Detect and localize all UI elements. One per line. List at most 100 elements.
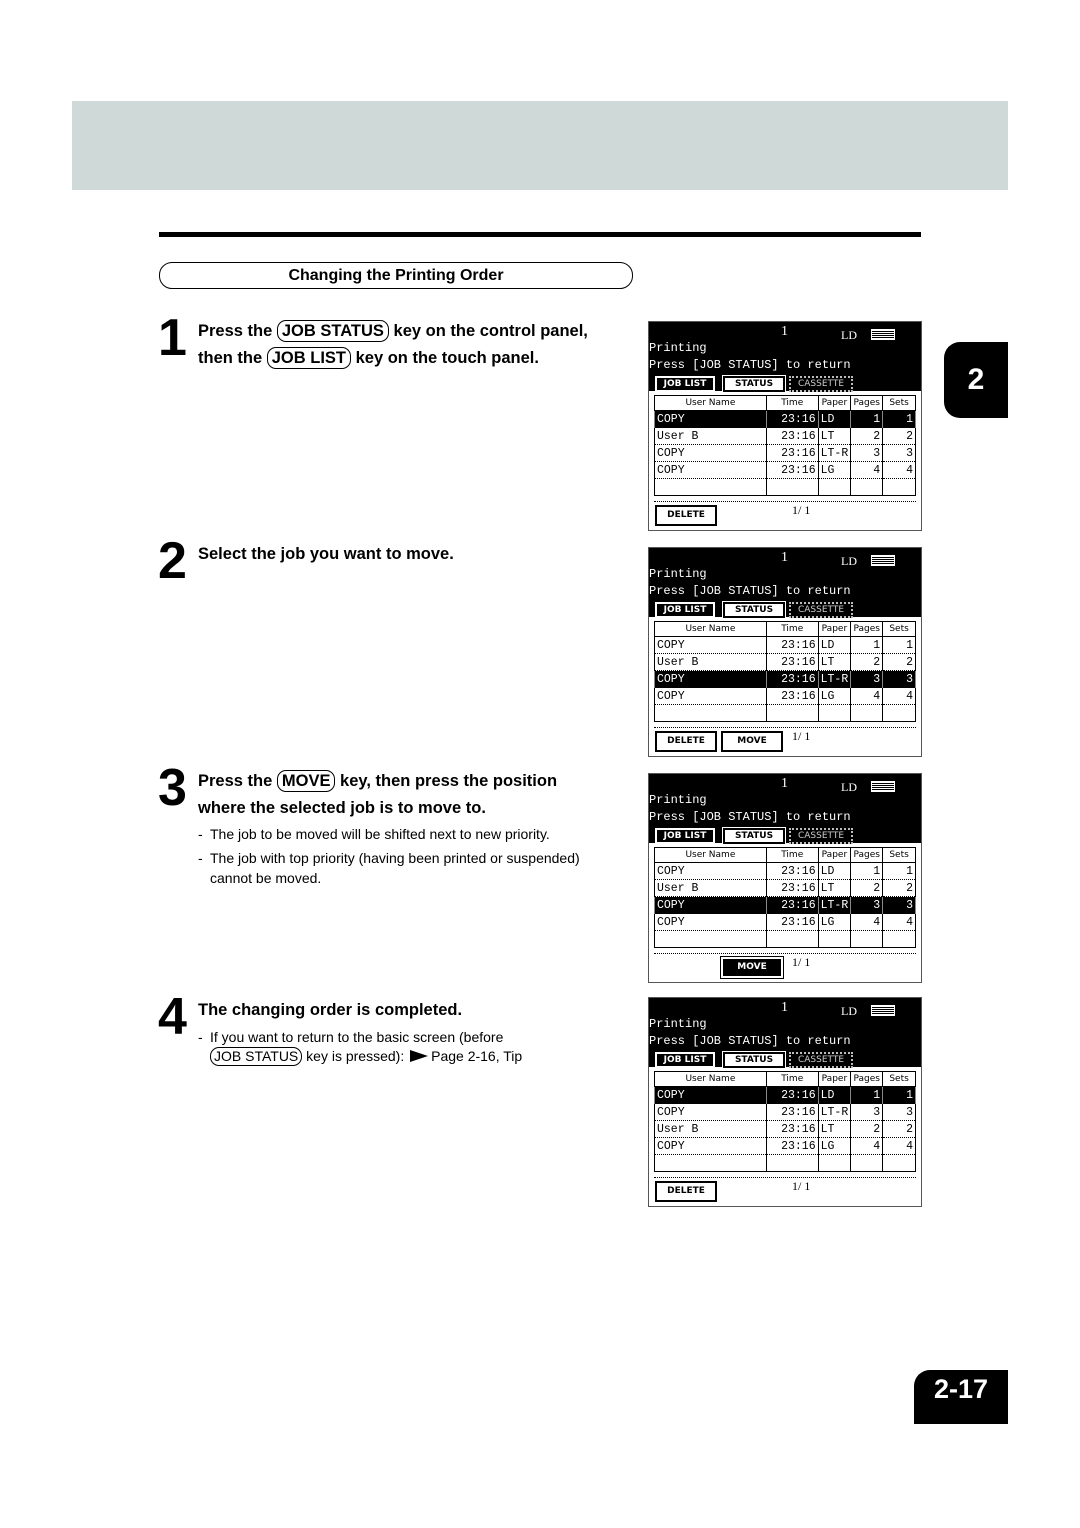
column-header: Sets xyxy=(882,1071,916,1087)
column-header: Paper xyxy=(817,847,852,863)
table-row[interactable]: COPY 23:16 LD 1 1 xyxy=(654,410,916,428)
delete-button[interactable]: DELETE xyxy=(655,1181,717,1202)
job-status-screen-2: 1 LD Printing Press [JOB STATUS] to return J… xyxy=(648,547,922,757)
table-cell: COPY xyxy=(654,444,767,462)
table-cell: COPY xyxy=(654,1086,767,1104)
column-header: Time xyxy=(765,395,819,411)
tab-job-list[interactable]: JOB LIST xyxy=(655,376,715,392)
step-number: 2 xyxy=(158,532,187,590)
page-reference: Page 2-16, Tip xyxy=(431,1048,523,1064)
column-header: Pages xyxy=(850,847,884,863)
table-cell: COPY xyxy=(654,896,767,914)
tab-job-list[interactable]: JOB LIST xyxy=(655,602,715,618)
table-cell xyxy=(850,930,884,948)
table-row[interactable] xyxy=(654,1154,916,1172)
job-list-table: User Name Time Paper Pages Sets COPY 23:16 LD 1 1… xyxy=(654,621,916,722)
table-cell: COPY xyxy=(654,913,767,931)
table-cell xyxy=(654,930,767,948)
table-cell: 23:16 xyxy=(765,427,819,445)
table-cell: 1 xyxy=(882,1086,916,1104)
job-list-table: User Name Time Paper Pages Sets COPY 23:16 LD 1 1… xyxy=(654,847,916,948)
table-cell: User B xyxy=(654,879,767,897)
table-cell xyxy=(882,930,916,948)
table-row[interactable]: User B 23:16 LT 2 2 xyxy=(654,1120,916,1138)
copies-count: 1 xyxy=(781,1000,788,1015)
instruction-message: Press [JOB STATUS] to return xyxy=(649,584,851,598)
table-row[interactable]: User B 23:16 LT 2 2 xyxy=(654,653,916,671)
tab-cassette[interactable]: CASSETTE xyxy=(789,1052,853,1068)
page-indicator: 1/ 1 xyxy=(792,503,811,517)
delete-button[interactable]: DELETE xyxy=(655,731,717,752)
note: - If you want to return to the basic scre… xyxy=(198,1029,504,1045)
table-cell xyxy=(817,478,852,496)
table-row[interactable]: COPY 23:16 LD 1 1 xyxy=(654,636,916,654)
table-cell: 1 xyxy=(882,636,916,654)
column-header: Pages xyxy=(850,621,884,637)
table-row[interactable]: COPY 23:16 LT-R 3 3 xyxy=(654,896,916,914)
screen-header: 1 LD Printing Press [JOB STATUS] to return J… xyxy=(649,322,921,393)
table-cell: 4 xyxy=(850,687,884,705)
table-cell: 4 xyxy=(882,461,916,479)
table-row[interactable]: User B 23:16 LT 2 2 xyxy=(654,427,916,445)
job-status-screen-3: 1 LD Printing Press [JOB STATUS] to return J… xyxy=(648,773,922,983)
table-header-row: User Name Time Paper Pages Sets xyxy=(654,621,916,637)
table-row[interactable]: COPY 23:16 LD 1 1 xyxy=(654,862,916,880)
table-cell: 23:16 xyxy=(765,1103,819,1121)
tab-cassette[interactable]: CASSETTE xyxy=(789,602,853,618)
table-cell: 1 xyxy=(850,862,884,880)
table-row[interactable] xyxy=(654,930,916,948)
table-cell: 2 xyxy=(850,1120,884,1138)
move-button[interactable]: MOVE xyxy=(720,956,784,979)
table-cell: LT-R xyxy=(817,670,852,688)
table-row[interactable]: COPY 23:16 LG 4 4 xyxy=(654,913,916,931)
table-row[interactable] xyxy=(654,704,916,722)
table-cell: COPY xyxy=(654,461,767,479)
copies-count: 1 xyxy=(781,324,788,339)
tab-job-list[interactable]: JOB LIST xyxy=(655,1052,715,1068)
table-cell: 2 xyxy=(882,879,916,897)
tab-cassette[interactable]: CASSETTE xyxy=(789,376,853,392)
arrow-right-icon xyxy=(410,1050,429,1063)
note-text: The job with top priority (having been p… xyxy=(210,850,580,866)
tab-job-list[interactable]: JOB LIST xyxy=(655,828,715,844)
text: then the xyxy=(198,349,267,367)
instruction-message: Press [JOB STATUS] to return xyxy=(649,810,851,824)
note-text: The job to be moved will be shifted next… xyxy=(210,826,550,842)
column-header: Time xyxy=(765,847,819,863)
tab-status[interactable]: STATUS xyxy=(722,375,786,393)
table-cell: 3 xyxy=(882,670,916,688)
divider xyxy=(654,1177,916,1178)
table-row[interactable]: COPY 23:16 LT-R 3 3 xyxy=(654,1103,916,1121)
tab-status[interactable]: STATUS xyxy=(722,827,786,845)
table-cell: COPY xyxy=(654,636,767,654)
tab-status[interactable]: STATUS xyxy=(722,1051,786,1069)
table-cell: 23:16 xyxy=(765,687,819,705)
tab-cassette[interactable]: CASSETTE xyxy=(789,828,853,844)
table-row[interactable]: COPY 23:16 LT-R 3 3 xyxy=(654,444,916,462)
text: key on the control panel, xyxy=(388,322,588,340)
step-number: 1 xyxy=(158,309,187,367)
status-message: Printing xyxy=(649,567,707,581)
table-cell: LT xyxy=(817,653,852,671)
note-continuation: JOB STATUS key is pressed): Page 2-16, T… xyxy=(198,1046,522,1066)
table-row[interactable]: COPY 23:16 LD 1 1 xyxy=(654,1086,916,1104)
divider xyxy=(654,501,916,502)
step-instruction: Press the MOVE key, then press the posit… xyxy=(198,768,557,822)
table-cell: 23:16 xyxy=(765,653,819,671)
delete-button[interactable]: DELETE xyxy=(655,505,717,526)
note-text: If you want to return to the basic scree… xyxy=(210,1029,504,1045)
job-list-table: User Name Time Paper Pages Sets COPY 23:16 LD 1 1… xyxy=(654,1071,916,1172)
table-row[interactable]: COPY 23:16 LG 4 4 xyxy=(654,461,916,479)
table-row[interactable] xyxy=(654,478,916,496)
step-instruction: The changing order is completed. xyxy=(198,1001,463,1019)
table-row[interactable]: COPY 23:16 LG 4 4 xyxy=(654,1137,916,1155)
text: Press the xyxy=(198,322,277,340)
move-button[interactable]: MOVE xyxy=(721,731,783,752)
table-cell: 23:16 xyxy=(765,913,819,931)
tab-status[interactable]: STATUS xyxy=(722,601,786,619)
table-row[interactable]: User B 23:16 LT 2 2 xyxy=(654,879,916,897)
column-header: User Name xyxy=(654,395,767,411)
table-row[interactable]: COPY 23:16 LG 4 4 xyxy=(654,687,916,705)
table-row[interactable]: COPY 23:16 LT-R 3 3 xyxy=(654,670,916,688)
table-cell: 4 xyxy=(850,461,884,479)
